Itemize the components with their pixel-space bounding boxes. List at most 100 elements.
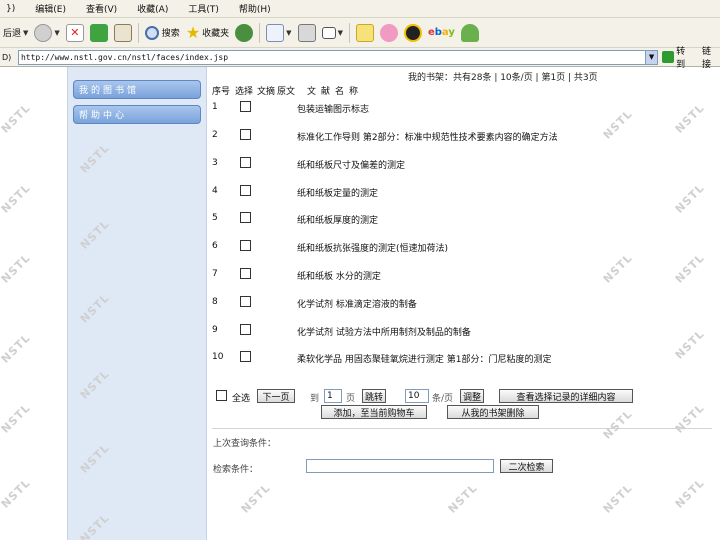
- messenger-button[interactable]: [458, 21, 482, 45]
- table-row: 6 纸和纸板抗张强度的测定(恒速加荷法): [212, 240, 652, 254]
- favorites-button[interactable]: ★ 收藏夹: [183, 21, 232, 45]
- row-title[interactable]: 纸和纸板抗张强度的测定(恒速加荷法): [297, 241, 448, 254]
- table-row: 3 纸和纸板尺寸及偏差的测定: [212, 157, 652, 171]
- watermark: NSTL: [600, 481, 636, 516]
- search-button[interactable]: 搜索: [142, 21, 183, 45]
- header-index: 序号: [212, 87, 231, 97]
- row-index: 2: [212, 130, 218, 140]
- forward-button[interactable]: ▼: [31, 21, 62, 45]
- watermark: NSTL: [672, 101, 708, 136]
- row-index: 5: [212, 213, 218, 223]
- stop-button[interactable]: ✕: [63, 21, 87, 45]
- per-page-input[interactable]: 10: [405, 389, 429, 403]
- secondary-search-button[interactable]: 二次检索: [500, 459, 553, 473]
- menu-item-help[interactable]: 帮助(H): [239, 2, 271, 15]
- goto-prefix: 到: [310, 394, 320, 404]
- retrieve-condition-label: 检索条件：: [213, 465, 259, 475]
- row-title[interactable]: 纸和纸板尺寸及偏差的测定: [297, 158, 405, 171]
- watermark: NSTL: [0, 181, 34, 216]
- next-page-button[interactable]: 下一页: [257, 389, 295, 403]
- mail-button[interactable]: ▼: [263, 21, 294, 45]
- penguin-icon: [403, 23, 422, 42]
- row-checkbox[interactable]: [240, 268, 251, 279]
- row-title[interactable]: 化学试剂 标准滴定溶液的制备: [297, 297, 417, 310]
- media-button[interactable]: [232, 21, 256, 45]
- table-row: 8 化学试剂 标准滴定溶液的制备: [212, 296, 652, 310]
- address-input[interactable]: http://www.nstl.gov.cn/nstl/faces/index.…: [17, 49, 647, 65]
- row-checkbox[interactable]: [240, 240, 251, 251]
- row-title[interactable]: 纸和纸板定量的测定: [297, 186, 378, 199]
- row-checkbox[interactable]: [240, 351, 251, 362]
- select-all-checkbox[interactable]: [216, 390, 227, 401]
- watermark: NSTL: [0, 401, 34, 436]
- sidebar: 我的图书馆 帮助中心: [67, 67, 207, 540]
- header-abstract: 文摘: [257, 87, 276, 97]
- adjust-button[interactable]: 调整: [460, 389, 484, 403]
- row-checkbox[interactable]: [240, 157, 251, 168]
- edit-button[interactable]: ▼: [319, 21, 346, 45]
- menu-bar: }) 编辑(E) 查看(V) 收藏(A) 工具(T) 帮助(H): [0, 0, 720, 18]
- go-button[interactable]: 转到: [662, 44, 694, 70]
- sidebar-item-label: 我的图书馆: [79, 86, 140, 96]
- chevron-down-icon[interactable]: ▼: [286, 29, 291, 37]
- ebay-button[interactable]: ebay: [425, 21, 458, 45]
- row-title[interactable]: 纸和纸板厚度的测定: [297, 213, 378, 226]
- chevron-down-icon[interactable]: ▼: [54, 29, 59, 37]
- refresh-icon: [89, 23, 108, 42]
- go-label: 转到: [676, 47, 686, 70]
- row-title[interactable]: 包装运输图示标志: [297, 102, 369, 115]
- watermark: NSTL: [672, 401, 708, 436]
- row-checkbox[interactable]: [240, 101, 251, 112]
- sidebar-item-help-center[interactable]: 帮助中心: [73, 105, 201, 124]
- table-row: 4 纸和纸板定量的测定: [212, 185, 652, 199]
- header-fulltext: 原文: [277, 87, 296, 97]
- search-condition-input[interactable]: [306, 459, 494, 473]
- watermark: NSTL: [445, 481, 481, 516]
- row-checkbox[interactable]: [240, 296, 251, 307]
- menu-item-tools[interactable]: 工具(T): [188, 2, 219, 15]
- view-selected-button[interactable]: 查看选择记录的详细内容: [499, 389, 633, 403]
- menu-item-favorites[interactable]: 收藏(A): [137, 2, 168, 15]
- note-icon: [355, 23, 374, 42]
- refresh-button[interactable]: [87, 21, 111, 45]
- goto-page-input[interactable]: 1: [324, 389, 342, 403]
- links-button[interactable]: 链接: [702, 44, 720, 70]
- table-row: 1 包装运输图示标志: [212, 101, 652, 115]
- previous-query-label: 上次查询条件：: [213, 439, 277, 449]
- table-row: 5 纸和纸板厚度的测定: [212, 212, 652, 226]
- row-checkbox[interactable]: [240, 212, 251, 223]
- menu-item-edit[interactable]: 编辑(E): [35, 2, 66, 15]
- back-button[interactable]: 后退 ▼: [0, 21, 31, 45]
- watermark: NSTL: [0, 476, 34, 511]
- print-button[interactable]: [295, 21, 319, 45]
- select-all-label: 全选: [232, 394, 251, 404]
- row-checkbox[interactable]: [240, 129, 251, 140]
- select-all-wrap: [212, 390, 227, 404]
- search-label: 搜索: [161, 29, 180, 39]
- notes-button[interactable]: [353, 21, 377, 45]
- chevron-down-icon[interactable]: ▼: [338, 29, 343, 37]
- address-bar: D) http://www.nstl.gov.cn/nstl/faces/ind…: [0, 47, 720, 70]
- row-title[interactable]: 柔软化学品 用固态聚硅氧烷进行测定 第1部分：门尼粘度的测定: [297, 352, 551, 365]
- menu-item-file[interactable]: }): [6, 4, 15, 14]
- page-unit: 页: [346, 394, 356, 404]
- menu-item-view[interactable]: 查看(V): [86, 2, 117, 15]
- row-title[interactable]: 标准化工作导则 第2部分：标准中规范性技术要素内容的确定方法: [297, 130, 558, 143]
- remove-from-shelf-button[interactable]: 从我的书架删除: [447, 405, 539, 419]
- chevron-down-icon[interactable]: ▼: [646, 49, 659, 65]
- qq-button[interactable]: [401, 21, 425, 45]
- sidebar-item-my-library[interactable]: 我的图书馆: [73, 80, 201, 99]
- chevron-down-icon[interactable]: ▼: [23, 29, 28, 37]
- header-select: 选择: [235, 87, 254, 97]
- row-title[interactable]: 化学试剂 试验方法中所用制剂及制品的制备: [297, 325, 471, 338]
- flower-button[interactable]: [377, 21, 401, 45]
- row-index: 1: [212, 102, 218, 112]
- home-button[interactable]: [111, 21, 135, 45]
- watermark: NSTL: [672, 476, 708, 511]
- per-page-unit: 条/页: [432, 394, 454, 404]
- jump-button[interactable]: 跳转: [362, 389, 386, 403]
- row-checkbox[interactable]: [240, 324, 251, 335]
- add-to-cart-button[interactable]: 添加，至当前购物车: [321, 405, 427, 419]
- row-title[interactable]: 纸和纸板 水分的测定: [297, 269, 381, 282]
- row-checkbox[interactable]: [240, 185, 251, 196]
